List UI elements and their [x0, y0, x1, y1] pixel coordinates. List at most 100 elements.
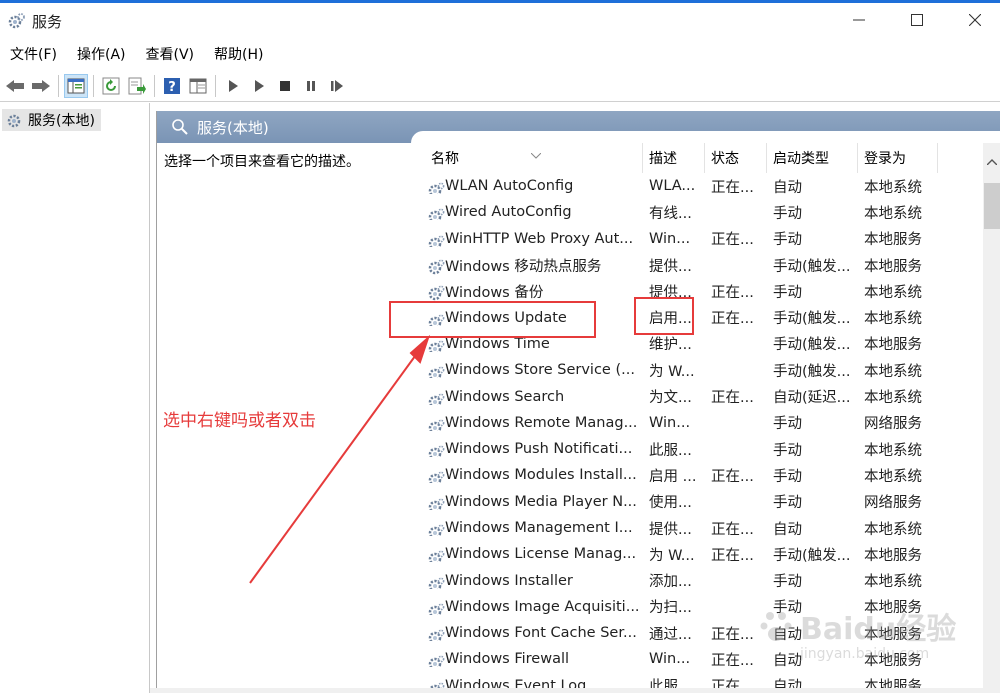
service-logon-as: 本地系统 [864, 574, 922, 591]
services-app-icon [8, 12, 26, 30]
service-row[interactable]: Windows Management I... 提供... 正在... 自动 本地系统 [411, 515, 983, 541]
service-name-cell: WinHTTP Web Proxy Aut... [411, 231, 643, 247]
pause-service-button[interactable] [299, 74, 323, 98]
service-row[interactable]: Windows Search 为文... 正在... 自动(延迟... 本地系统 [411, 383, 983, 409]
maximize-icon [911, 14, 923, 26]
service-status: 正在... [711, 311, 754, 328]
service-row[interactable]: Windows Media Player N... 使用... 手动 网络服务 [411, 489, 983, 515]
start-service-icon [229, 79, 238, 92]
service-description: 提供... [649, 258, 692, 275]
refresh-icon [102, 77, 120, 94]
service-startup-type: 手动 [773, 284, 802, 301]
close-button[interactable] [946, 3, 1000, 37]
service-startup-type: 手动(触发... [773, 311, 851, 328]
service-gear-icon [427, 207, 445, 221]
toolbar-separator [154, 74, 155, 97]
service-logon-as: 本地系统 [864, 468, 922, 485]
service-gear-icon [427, 284, 445, 302]
start-service-button[interactable] [221, 74, 245, 98]
service-status: 正在... [711, 232, 754, 249]
scrollbar-thumb[interactable] [984, 183, 1000, 229]
maximize-button[interactable] [888, 3, 946, 37]
service-gear-icon [427, 549, 445, 563]
service-row[interactable]: Windows 移动热点服务 提供... 手动(触发... 本地服务 [411, 252, 983, 278]
service-gear-icon [427, 576, 445, 589]
service-name: Windows Search [445, 388, 565, 405]
show-hide-tree-button[interactable] [64, 73, 88, 98]
menu-help[interactable]: 帮助(H) [208, 44, 269, 64]
tree-item-label: 服务(本地) [28, 113, 95, 129]
service-name: Windows Time [445, 335, 550, 352]
pause-service-icon [307, 80, 315, 91]
minimize-button[interactable] [830, 3, 888, 37]
restart-service-button[interactable] [325, 74, 349, 98]
properties-button[interactable] [186, 74, 210, 98]
service-status: 正在... [711, 547, 754, 564]
vertical-scrollbar[interactable] [983, 143, 1000, 693]
export-list-icon [128, 77, 146, 94]
service-startup-type: 手动 [773, 574, 802, 591]
forward-button[interactable] [29, 74, 53, 98]
start-button[interactable] [247, 74, 271, 98]
back-button[interactable] [3, 74, 27, 98]
back-icon [6, 79, 24, 92]
service-logon-as: 网络服务 [864, 495, 922, 512]
service-startup-type: 手动(触发... [773, 258, 851, 275]
menu-action[interactable]: 操作(A) [71, 44, 132, 64]
service-row[interactable]: WLAN AutoConfig WLA... 正在... 自动 本地系统 [411, 173, 983, 199]
service-logon-as: 本地系统 [864, 205, 922, 222]
service-row[interactable]: Wired AutoConfig 有线... 手动 本地系统 [411, 199, 983, 225]
export-list-button[interactable] [125, 74, 149, 98]
service-description: 为扫... [649, 600, 692, 617]
service-description: Win... [649, 230, 691, 247]
sort-chevron-icon [530, 147, 542, 163]
column-header-startup-type[interactable]: 启动类型 [767, 143, 858, 173]
title-bar: 服务 [0, 3, 1000, 39]
service-description: 添加... [649, 574, 692, 591]
service-gear-icon [427, 654, 445, 668]
service-name-cell: Windows Store Service (... [411, 362, 643, 379]
horizontal-scrollbar[interactable] [150, 688, 1000, 693]
service-gear-icon [427, 258, 445, 276]
menu-file[interactable]: 文件(F) [4, 44, 63, 64]
service-startup-type: 手动 [773, 495, 802, 512]
service-logon-as: 网络服务 [864, 416, 922, 433]
service-startup-type: 手动(触发... [773, 337, 851, 354]
service-name: Windows 备份 [445, 284, 544, 301]
service-row[interactable]: Windows Installer 添加... 手动 本地系统 [411, 567, 983, 593]
service-status: 正在... [711, 179, 754, 196]
service-name-cell: Wired AutoConfig [411, 204, 643, 221]
service-row[interactable]: WinHTTP Web Proxy Aut... Win... 正在... 手动 本地服… [411, 226, 983, 252]
scroll-up-icon[interactable] [986, 153, 998, 169]
service-startup-type: 手动 [773, 416, 802, 433]
show-hide-tree-icon [67, 78, 85, 93]
stop-service-button[interactable] [273, 74, 297, 98]
menu-view[interactable]: 查看(V) [140, 44, 201, 64]
service-gear-icon [427, 602, 445, 615]
service-startup-type: 手动 [773, 232, 802, 249]
column-header-status[interactable]: 状态 [705, 143, 767, 173]
search-icon [171, 118, 189, 140]
service-logon-as: 本地服务 [864, 337, 922, 354]
service-description: 通过... [649, 626, 692, 643]
service-gear-icon [427, 418, 445, 431]
column-header-desc[interactable]: 描述 [643, 143, 705, 173]
toolbar: ? [0, 70, 1000, 102]
refresh-button[interactable] [99, 74, 123, 98]
service-logon-as: 本地服务 [864, 258, 922, 275]
column-header-logon[interactable]: 登录为 [858, 143, 938, 173]
service-name: Windows Store Service (... [445, 362, 635, 379]
service-row[interactable]: Windows Remote Manag... Win... 手动 网络服务 [411, 410, 983, 436]
tree-item-services-local[interactable]: 服务(本地) [2, 109, 101, 131]
service-startup-type: 自动 [773, 521, 802, 538]
service-row[interactable]: Windows Store Service (... 为 W... 手动(触发...… [411, 357, 983, 383]
annotation-text: 选中右键吗或者双击 [163, 411, 316, 431]
service-name: WLAN AutoConfig [445, 178, 574, 195]
start-icon [255, 79, 264, 92]
service-row[interactable]: Windows Push Notificati... 此服... 手动 本地系统 [411, 436, 983, 462]
service-row[interactable]: Windows License Manag... 为 W... 正在... 手动(触发… [411, 541, 983, 567]
column-header-name[interactable]: 名称 [411, 143, 643, 173]
service-row[interactable]: Windows Modules Install... 启用 ... 正在... 手动 本… [411, 462, 983, 488]
help-button[interactable]: ? [160, 74, 184, 98]
service-description: 有线... [649, 205, 692, 222]
